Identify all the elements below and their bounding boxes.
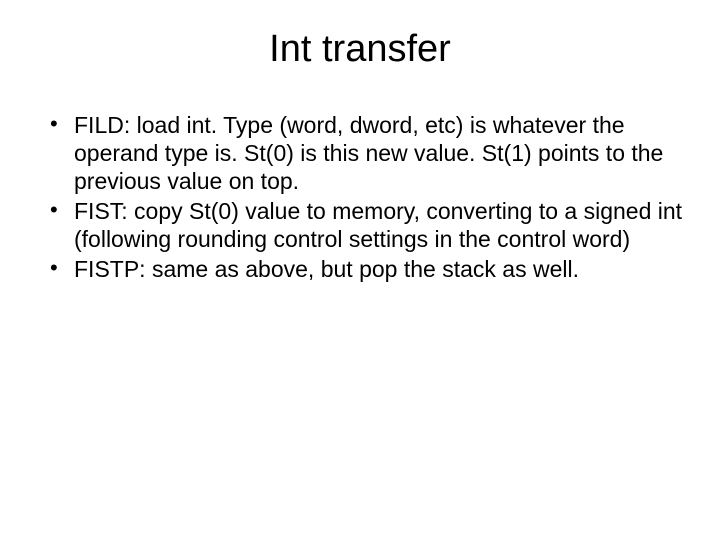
- list-item: FILD: load int. Type (word, dword, etc) …: [46, 111, 686, 195]
- list-item: FISTP: same as above, but pop the stack …: [46, 255, 686, 283]
- slide-title: Int transfer: [24, 28, 696, 71]
- slide: Int transfer FILD: load int. Type (word,…: [0, 0, 720, 540]
- bullet-list: FILD: load int. Type (word, dword, etc) …: [24, 111, 696, 283]
- list-item: FIST: copy St(0) value to memory, conver…: [46, 197, 686, 253]
